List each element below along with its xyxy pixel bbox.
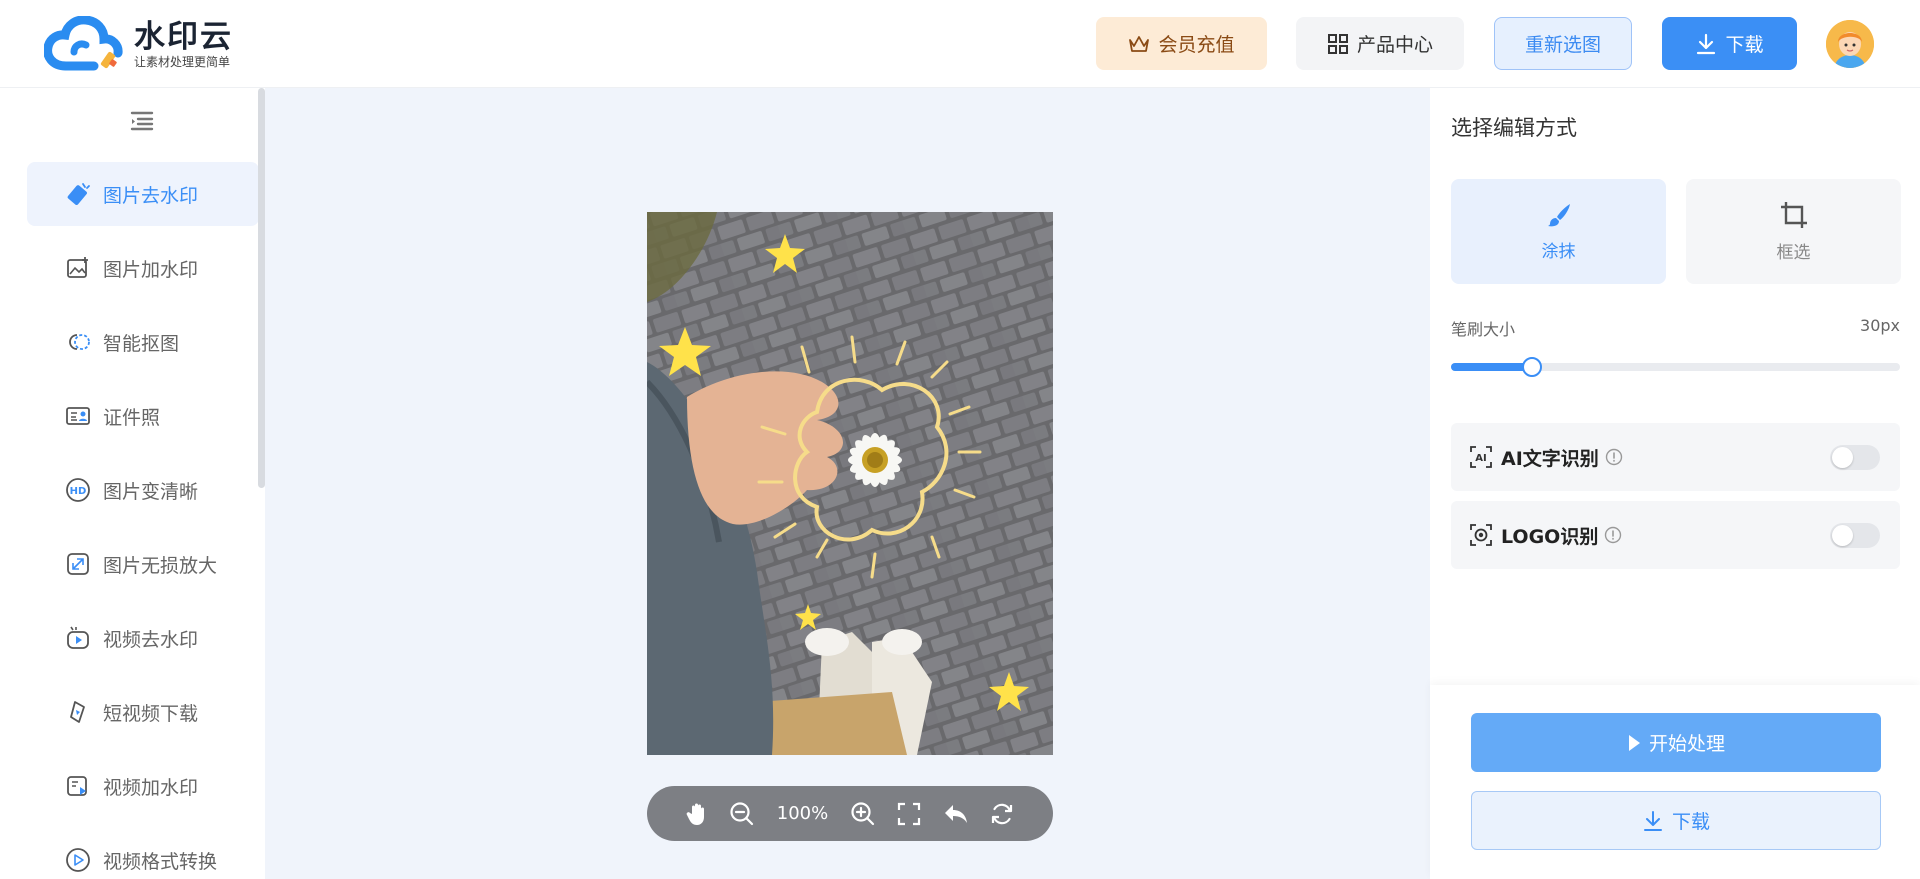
brand-title: 水印云: [134, 18, 233, 55]
panel-download-label: 下载: [1671, 811, 1710, 833]
svg-text:HD: HD: [70, 486, 87, 497]
zoom-level: 100%: [776, 803, 829, 824]
sidebar-item-label: 视频去水印: [103, 628, 199, 651]
sidebar-item-label: 图片无损放大: [103, 554, 218, 577]
collapse-menu-icon[interactable]: [130, 110, 154, 132]
download-icon: [1643, 810, 1662, 831]
mode-box-select-button[interactable]: 框选: [1686, 179, 1901, 284]
brush-size-fill: [1451, 363, 1532, 371]
brush-size-value: 30px: [1860, 316, 1900, 335]
enlarge-icon: [65, 551, 91, 577]
reselect-image-label: 重新选图: [1524, 34, 1601, 56]
info-icon[interactable]: [1604, 526, 1622, 544]
svg-text:AI: AI: [1475, 453, 1486, 464]
brush-size-slider[interactable]: [1451, 357, 1900, 377]
ai-text-recognition-option: AI AI文字识别: [1451, 423, 1900, 491]
sidebar-item-label: 证件照: [103, 406, 161, 429]
logo-recognition-option: LOGO识别: [1451, 501, 1900, 569]
logo-recognition-label: LOGO识别: [1501, 525, 1599, 548]
short-video-icon: [65, 699, 91, 725]
logo-detect-icon: [1470, 524, 1492, 546]
user-avatar[interactable]: [1826, 20, 1874, 68]
reselect-image-button[interactable]: 重新选图: [1494, 17, 1632, 70]
edit-image-preview[interactable]: [647, 212, 1053, 755]
mode-box-select-label: 框选: [1776, 243, 1811, 263]
brush-size-label: 笔刷大小: [1451, 320, 1516, 339]
product-center-label: 产品中心: [1356, 34, 1433, 56]
zoom-in-icon[interactable]: [850, 801, 876, 827]
sidebar-item-video-watermark-add[interactable]: 视频加水印: [27, 754, 259, 818]
sidebar-scrollbar[interactable]: [258, 88, 265, 488]
canvas-toolbar: 100%: [647, 786, 1053, 841]
sidebar-item-video-format-convert[interactable]: 视频格式转换: [27, 828, 259, 879]
left-sidebar: 图片去水印 图片加水印 智能抠图 证件照 HD 图片变清晰 图片无损放大 视频去…: [0, 88, 265, 879]
header-download-button[interactable]: 下载: [1662, 17, 1797, 70]
video-eraser-icon: [65, 625, 91, 651]
start-processing-button[interactable]: 开始处理: [1471, 713, 1881, 772]
product-center-button[interactable]: 产品中心: [1296, 17, 1464, 70]
brush-size-handle[interactable]: [1521, 357, 1542, 377]
panel-title: 选择编辑方式: [1451, 116, 1577, 140]
logo-recognition-toggle[interactable]: [1830, 523, 1880, 548]
sidebar-item-video-watermark-remove[interactable]: 视频去水印: [27, 606, 259, 670]
id-card-icon: [65, 403, 91, 429]
start-processing-label: 开始处理: [1648, 733, 1725, 755]
sidebar-item-image-watermark-remove[interactable]: 图片去水印: [27, 162, 259, 226]
toggle-knob: [1832, 447, 1853, 468]
grid-icon: [1327, 33, 1348, 54]
play-icon: [1628, 734, 1640, 751]
sidebar-item-label: 图片变清晰: [103, 480, 199, 503]
info-icon[interactable]: [1605, 448, 1623, 466]
brand-logo[interactable]: 水印云 让素材处理更简单: [44, 16, 233, 72]
brush-icon: [1547, 204, 1570, 227]
daisy-photo-image: [647, 212, 1053, 755]
video-add-icon: [65, 773, 91, 799]
sidebar-item-label: 短视频下载: [103, 702, 199, 725]
eraser-icon: [65, 181, 91, 207]
sidebar-item-short-video-download[interactable]: 短视频下载: [27, 680, 259, 744]
undo-icon[interactable]: [943, 803, 969, 825]
vip-recharge-button[interactable]: 会员充值: [1096, 17, 1267, 70]
sidebar-item-image-watermark-add[interactable]: 图片加水印: [27, 236, 259, 300]
edit-settings-panel: 选择编辑方式 涂抹 框选 笔刷大小 30px AI AI文字识别 LOGO识别 …: [1430, 88, 1920, 879]
sidebar-item-label: 视频格式转换: [103, 850, 218, 873]
sidebar-item-label: 视频加水印: [103, 776, 199, 799]
image-add-icon: [65, 255, 91, 281]
panel-download-button[interactable]: 下载: [1471, 791, 1881, 850]
header-download-label: 下载: [1725, 34, 1764, 56]
download-icon: [1697, 33, 1716, 54]
fit-screen-icon[interactable]: [897, 802, 921, 826]
sidebar-item-id-photo[interactable]: 证件照: [27, 384, 259, 448]
sidebar-item-lossless-enlarge[interactable]: 图片无损放大: [27, 532, 259, 596]
avatar-face-icon: [1826, 20, 1874, 68]
video-convert-icon: [65, 847, 91, 873]
sidebar-item-smart-cutout[interactable]: 智能抠图: [27, 310, 259, 374]
action-area: 开始处理 下载: [1430, 685, 1920, 879]
ai-text-icon: AI: [1470, 446, 1492, 468]
mode-paint-label: 涂抹: [1541, 242, 1576, 262]
top-header: 水印云 让素材处理更简单 会员充值 产品中心 重新选图 下载: [0, 0, 1920, 88]
cutout-icon: [65, 329, 91, 355]
crop-icon: [1780, 202, 1807, 228]
sidebar-item-label: 智能抠图: [103, 332, 180, 355]
cloud-logo-icon: [44, 16, 123, 71]
toggle-knob: [1832, 525, 1853, 546]
hand-pan-icon[interactable]: [686, 802, 708, 826]
zoom-out-icon[interactable]: [729, 801, 755, 827]
mode-paint-button[interactable]: 涂抹: [1451, 179, 1666, 284]
sidebar-item-image-sharpen[interactable]: HD 图片变清晰: [27, 458, 259, 522]
hd-icon: HD: [65, 477, 91, 503]
reset-refresh-icon[interactable]: [990, 802, 1014, 826]
brand-subtitle: 让素材处理更简单: [134, 54, 231, 69]
sidebar-item-label: 图片去水印: [103, 184, 199, 207]
crown-icon: [1129, 35, 1150, 52]
ai-text-recognition-label: AI文字识别: [1501, 447, 1599, 470]
sidebar-item-label: 图片加水印: [103, 258, 199, 281]
ai-text-recognition-toggle[interactable]: [1830, 445, 1880, 470]
vip-recharge-label: 会员充值: [1158, 34, 1235, 56]
